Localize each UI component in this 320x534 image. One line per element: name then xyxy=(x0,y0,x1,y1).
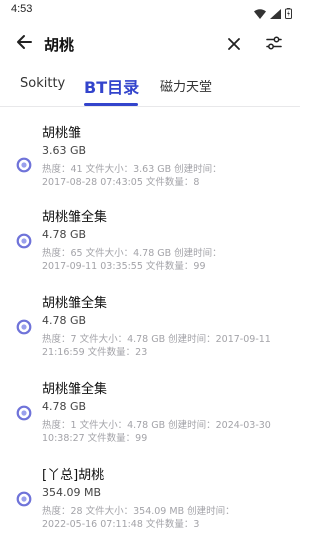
list-item[interactable]: 胡桃雏全集 4.78 GB 热度：7 文件大小：4.78 GB 创建时间：201… xyxy=(0,289,300,375)
back-button[interactable] xyxy=(12,32,36,56)
item-meta-line1: 热度：41 文件大小：3.63 GB 创建时间： xyxy=(42,164,222,175)
tab-cili-tiantang[interactable]: 磁力天堂 xyxy=(160,76,212,95)
arrow-left-icon xyxy=(16,34,32,54)
list-item[interactable]: 胡桃雏全集 4.78 GB 热度：1 文件大小：4.78 GB 创建时间：202… xyxy=(0,375,300,461)
tab-bt-directory[interactable]: BT目录 xyxy=(84,74,139,98)
item-meta-line2: 2022-05-16 07:11:48 文件数量：3 xyxy=(42,519,200,530)
magnet-icon xyxy=(16,405,32,421)
tabs-divider xyxy=(0,106,300,107)
list-item[interactable]: 胡桃雏 3.63 GB 热度：41 文件大小：3.63 GB 创建时间： 201… xyxy=(0,117,300,203)
item-meta: 热度：65 文件大小：4.78 GB 创建时间： 2017-09-11 03:3… xyxy=(42,247,290,273)
item-size: 354.09 MB xyxy=(42,486,102,499)
list-item[interactable]: 胡桃雏全集 4.78 GB 热度：65 文件大小：4.78 GB 创建时间： 2… xyxy=(0,203,300,289)
item-title: 胡桃雏全集 xyxy=(42,382,108,397)
magnet-icon xyxy=(16,157,32,173)
item-meta-line1: 热度：65 文件大小：4.78 GB 创建时间： xyxy=(42,248,222,259)
close-icon xyxy=(228,35,240,54)
item-title: 胡桃雏 xyxy=(42,126,82,141)
item-size: 4.78 GB xyxy=(42,228,87,241)
magnet-icon xyxy=(16,491,32,507)
tab-sokitty[interactable]: Sokitty xyxy=(20,76,65,91)
item-size: 3.63 GB xyxy=(42,144,87,157)
item-size: 4.78 GB xyxy=(42,400,87,413)
item-meta-line2: 10:38:27 文件数量：99 xyxy=(42,433,148,444)
source-tabs: Sokitty BT目录 磁力天堂 xyxy=(0,64,300,106)
item-title: 胡桃雏全集 xyxy=(42,296,108,311)
item-meta: 热度：1 文件大小：4.78 GB 创建时间：2024-03-30 10:38:… xyxy=(42,419,290,445)
item-meta-line2: 2017-08-28 07:43:05 文件数量：8 xyxy=(42,177,200,188)
wifi-icon xyxy=(254,4,266,23)
item-title: 胡桃雏全集 xyxy=(42,210,108,225)
item-title: [丫总]胡桃 xyxy=(42,468,105,483)
item-meta-line1: 热度：1 文件大小：4.78 GB 创建时间：2024-03-30 xyxy=(42,420,271,431)
sliders-icon xyxy=(266,35,282,54)
item-meta: 热度：28 文件大小：354.09 MB 创建时间： 2022-05-16 07… xyxy=(42,505,290,531)
filter-settings-button[interactable] xyxy=(262,32,286,56)
item-meta-line1: 热度：28 文件大小：354.09 MB 创建时间： xyxy=(42,506,235,517)
magnet-icon xyxy=(16,319,32,335)
clear-search-button[interactable] xyxy=(222,32,246,56)
item-size: 4.78 GB xyxy=(42,314,87,327)
status-icons xyxy=(254,4,292,23)
item-meta-line2: 2017-09-11 03:35:55 文件数量：99 xyxy=(42,261,206,272)
status-bar: 4:53 xyxy=(0,0,300,22)
search-toolbar: 胡桃 xyxy=(0,26,300,62)
item-meta: 热度：41 文件大小：3.63 GB 创建时间： 2017-08-28 07:4… xyxy=(42,163,290,189)
item-meta: 热度：7 文件大小：4.78 GB 创建时间：2017-09-11 21:16:… xyxy=(42,333,290,359)
list-item[interactable]: [丫总]胡桃 354.09 MB 热度：28 文件大小：354.09 MB 创建… xyxy=(0,461,300,534)
magnet-icon xyxy=(16,233,32,249)
signal-icon xyxy=(270,4,281,23)
battery-icon xyxy=(285,4,292,23)
status-time: 4:53 xyxy=(11,3,33,15)
item-meta-line2: 21:16:59 文件数量：23 xyxy=(42,347,148,358)
item-meta-line1: 热度：7 文件大小：4.78 GB 创建时间：2017-09-11 xyxy=(42,334,271,345)
search-input[interactable]: 胡桃 xyxy=(44,34,74,55)
